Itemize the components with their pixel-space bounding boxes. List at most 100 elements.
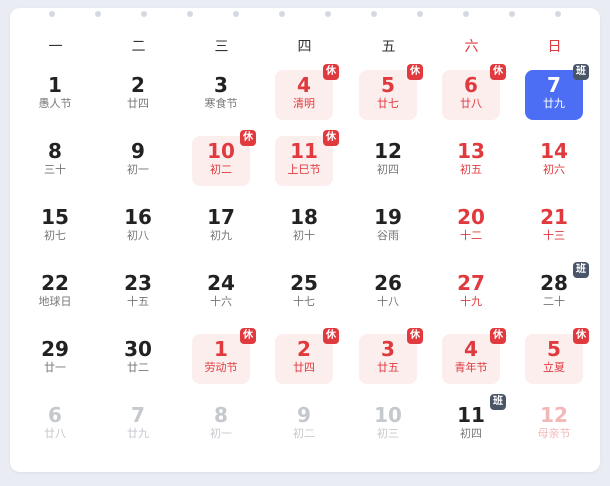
lunar-date-label: 廿九 xyxy=(543,97,565,110)
lunar-date-label: 上巳节 xyxy=(287,163,321,176)
binder-ring xyxy=(509,11,515,17)
day-cell[interactable]: 13 初五 xyxy=(442,136,500,186)
day-cell[interactable]: 9 初一 xyxy=(109,136,167,186)
day-cell[interactable]: 11 上巳节休 xyxy=(275,130,339,186)
binder-ring xyxy=(417,11,423,17)
day-cell[interactable]: 18 初十 xyxy=(275,202,333,252)
day-cell-today[interactable]: 7 廿九班 xyxy=(525,64,589,120)
day-number: 8 xyxy=(48,139,62,163)
lunar-date-label: 初三 xyxy=(377,427,399,440)
weekday-label: 二 xyxy=(131,39,146,55)
day-grid: 1 愚人节 2 廿四 3 寒食节 4 清明休 5 廿七休 6 廿八休 7 廿九班 8 三十 9 初一 10 初二休 11… xyxy=(10,64,600,466)
day-number: 2 xyxy=(131,73,145,97)
weekday-label: 四 xyxy=(297,39,312,55)
day-cell[interactable]: 15 初七 xyxy=(26,202,84,252)
day-cell[interactable]: 3 寒食节 xyxy=(192,70,250,120)
day-cell[interactable]: 5 立夏休 xyxy=(525,328,589,384)
day-cell[interactable]: 8 初一 xyxy=(192,400,250,450)
day-cell[interactable]: 30 廿二 xyxy=(109,334,167,384)
day-number: 19 xyxy=(374,205,402,229)
day-cell[interactable]: 23 十五 xyxy=(109,268,167,318)
holiday-rest-badge: 休 xyxy=(240,328,256,344)
lunar-date-label: 清明 xyxy=(293,97,315,110)
day-cell[interactable]: 28 二十班 xyxy=(525,262,589,318)
day-number: 9 xyxy=(131,139,145,163)
day-cell[interactable]: 25 十七 xyxy=(275,268,333,318)
day-cell[interactable]: 22 地球日 xyxy=(26,268,84,318)
day-cell[interactable]: 17 初九 xyxy=(192,202,250,252)
lunar-date-label: 初四 xyxy=(460,427,482,440)
lunar-date-label: 廿四 xyxy=(293,361,315,374)
workday-badge: 班 xyxy=(573,262,589,278)
lunar-date-label: 初二 xyxy=(293,427,315,440)
day-number: 20 xyxy=(457,205,485,229)
day-number: 30 xyxy=(124,337,152,361)
lunar-date-label: 初九 xyxy=(210,229,232,242)
day-cell[interactable]: 10 初二休 xyxy=(192,130,256,186)
lunar-date-label: 初五 xyxy=(460,163,482,176)
lunar-date-label: 立夏 xyxy=(543,361,565,374)
day-cell[interactable]: 2 廿四 xyxy=(109,70,167,120)
day-number: 25 xyxy=(290,271,318,295)
day-cell[interactable]: 6 廿八休 xyxy=(442,64,506,120)
day-cell[interactable]: 5 廿七休 xyxy=(359,64,423,120)
lunar-date-label: 初七 xyxy=(44,229,66,242)
day-cell[interactable]: 26 十八 xyxy=(359,268,417,318)
lunar-date-label: 愚人节 xyxy=(38,97,72,110)
day-cell[interactable]: 7 廿九 xyxy=(109,400,167,450)
holiday-rest-badge: 休 xyxy=(573,328,589,344)
day-cell[interactable]: 2 廿四休 xyxy=(275,328,339,384)
day-cell[interactable]: 12 母亲节 xyxy=(525,400,583,450)
weekday-label: 一 xyxy=(48,39,63,55)
binder-ring xyxy=(233,11,239,17)
day-cell[interactable]: 8 三十 xyxy=(26,136,84,186)
lunar-date-label: 十八 xyxy=(377,295,399,308)
day-cell[interactable]: 20 十二 xyxy=(442,202,500,252)
binder-ring xyxy=(279,11,285,17)
lunar-date-label: 寒食节 xyxy=(204,97,238,110)
day-cell[interactable]: 16 初八 xyxy=(109,202,167,252)
day-cell[interactable]: 21 十三 xyxy=(525,202,583,252)
day-cell[interactable]: 4 青年节休 xyxy=(442,328,506,384)
lunar-date-label: 初二 xyxy=(210,163,232,176)
day-number: 29 xyxy=(41,337,69,361)
day-number: 16 xyxy=(124,205,152,229)
day-cell[interactable]: 27 十九 xyxy=(442,268,500,318)
day-cell[interactable]: 11 初四班 xyxy=(442,394,506,450)
day-cell[interactable]: 3 廿五休 xyxy=(359,328,423,384)
day-number: 1 xyxy=(48,73,62,97)
weekday-label: 日 xyxy=(547,39,562,55)
day-number: 24 xyxy=(207,271,235,295)
lunar-date-label: 初四 xyxy=(377,163,399,176)
binder-rings xyxy=(10,8,600,28)
day-number: 27 xyxy=(457,271,485,295)
day-cell[interactable]: 10 初三 xyxy=(359,400,417,450)
day-cell[interactable]: 4 清明休 xyxy=(275,64,339,120)
lunar-date-label: 母亲节 xyxy=(537,427,571,440)
binder-ring xyxy=(141,11,147,17)
holiday-rest-badge: 休 xyxy=(407,64,423,80)
day-cell[interactable]: 29 廿一 xyxy=(26,334,84,384)
day-cell[interactable]: 6 廿八 xyxy=(26,400,84,450)
holiday-rest-badge: 休 xyxy=(490,64,506,80)
lunar-date-label: 地球日 xyxy=(38,295,72,308)
day-cell[interactable]: 19 谷雨 xyxy=(359,202,417,252)
lunar-date-label: 初十 xyxy=(293,229,315,242)
holiday-rest-badge: 休 xyxy=(323,64,339,80)
day-cell[interactable]: 14 初六 xyxy=(525,136,583,186)
day-cell[interactable]: 24 十六 xyxy=(192,268,250,318)
lunar-date-label: 二十 xyxy=(543,295,565,308)
day-cell[interactable]: 9 初二 xyxy=(275,400,333,450)
holiday-rest-badge: 休 xyxy=(407,328,423,344)
day-cell[interactable]: 1 劳动节休 xyxy=(192,328,256,384)
day-number: 22 xyxy=(41,271,69,295)
lunar-date-label: 初一 xyxy=(210,427,232,440)
holiday-rest-badge: 休 xyxy=(323,130,339,146)
binder-ring xyxy=(187,11,193,17)
lunar-date-label: 初六 xyxy=(543,163,565,176)
holiday-rest-badge: 休 xyxy=(240,130,256,146)
day-cell[interactable]: 1 愚人节 xyxy=(26,70,84,120)
day-number: 21 xyxy=(540,205,568,229)
weekday-label: 五 xyxy=(381,39,396,55)
day-cell[interactable]: 12 初四 xyxy=(359,136,417,186)
